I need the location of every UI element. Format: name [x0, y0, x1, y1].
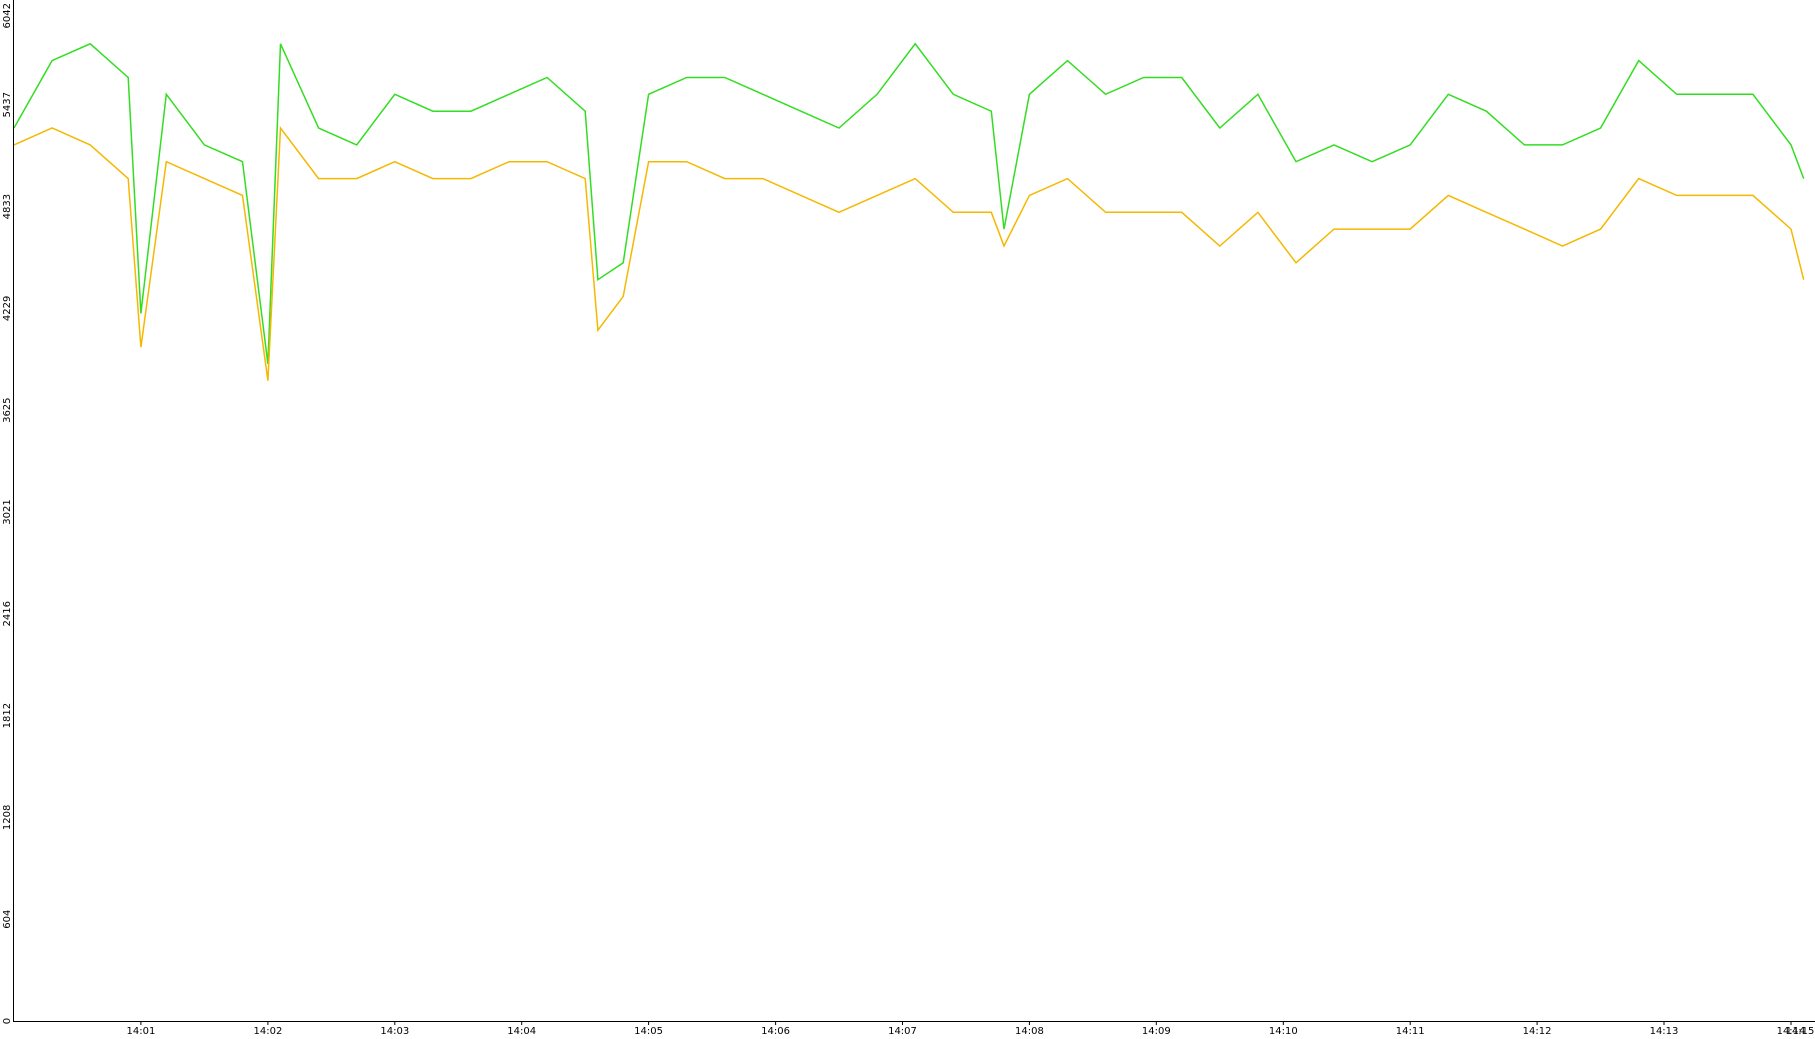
x-tick-label: 14:04: [507, 1026, 536, 1037]
x-tick-label: 14:08: [1015, 1026, 1044, 1037]
x-tick-label: 14:07: [888, 1026, 917, 1037]
x-tick-label: 14:05: [634, 1026, 663, 1037]
x-tick-label: 14:02: [253, 1026, 282, 1037]
x-tick-label: 14:10: [1269, 1026, 1298, 1037]
y-tick-label: 604: [2, 910, 13, 929]
plot-background: [0, 0, 1815, 1039]
y-tick-label: 5437: [2, 92, 13, 117]
x-tick-label: 14:11: [1396, 1026, 1425, 1037]
y-tick-label: 4833: [2, 194, 13, 219]
line-chart: 0 604 1208 1812 2416 3021 3625 4229 4833 5437 6042…: [0, 0, 1815, 1039]
y-tick-label: 3625: [2, 397, 13, 422]
x-tick-label: 14:15: [1786, 1026, 1815, 1037]
x-tick-label: 14:12: [1523, 1026, 1552, 1037]
x-tick-label: 14:03: [380, 1026, 409, 1037]
y-tick-label: 1208: [2, 805, 13, 830]
x-tick-label: 14:13: [1650, 1026, 1679, 1037]
y-tick-label: 3021: [2, 499, 13, 524]
y-tick-label: 6042: [2, 3, 13, 28]
y-tick-label: 1812: [2, 703, 13, 728]
x-tick-label: 14:01: [126, 1026, 155, 1037]
x-tick-label: 14:09: [1142, 1026, 1171, 1037]
x-tick-label: 14:06: [761, 1026, 790, 1037]
y-tick-label: 4229: [2, 296, 13, 321]
y-tick-label: 0: [2, 1018, 13, 1024]
y-tick-label: 2416: [2, 601, 13, 626]
